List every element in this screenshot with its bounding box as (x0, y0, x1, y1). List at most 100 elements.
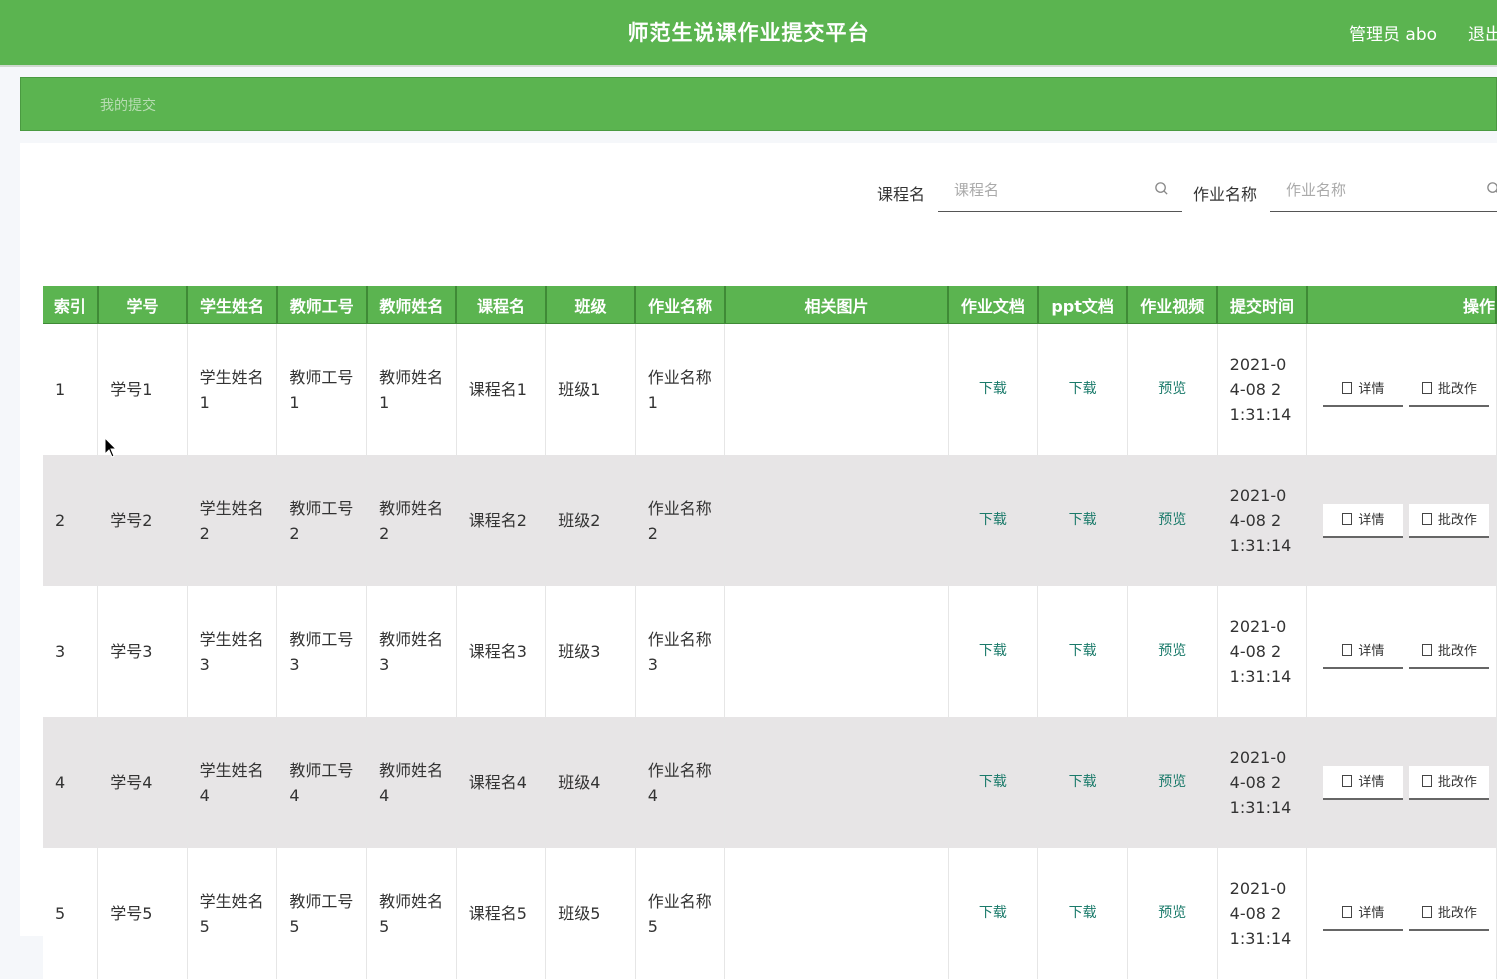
cell-submit-time: 2021-04-08 21:31:14 (1217, 586, 1308, 717)
document-icon (1421, 643, 1432, 656)
detail-button[interactable]: 详情 (1323, 897, 1404, 931)
detail-button[interactable]: 详情 (1323, 373, 1404, 407)
detail-button-label: 详情 (1358, 381, 1385, 397)
grade-button[interactable]: 批改作 (1409, 897, 1490, 931)
document-icon (1342, 643, 1353, 656)
cell-teacher-no: 教师工号4 (276, 717, 368, 848)
grade-button-label: 批改作 (1437, 512, 1477, 528)
ppt-download-link[interactable]: 下载 (1037, 323, 1128, 455)
homework-search-field (1270, 168, 1497, 212)
cell-teacher-no: 教师工号1 (276, 323, 368, 455)
ppt-download-link[interactable]: 下载 (1037, 717, 1128, 848)
video-preview-link[interactable]: 预览 (1127, 586, 1218, 717)
nav-bar: 我的提交 (20, 77, 1497, 131)
col-header-homework: 作业名称 (635, 286, 726, 324)
cell-submit-time: 2021-04-08 21:31:14 (1217, 323, 1308, 455)
cell-student-name: 学生姓名1 (187, 323, 278, 455)
document-icon (1342, 381, 1353, 394)
cell-course: 课程名1 (456, 323, 547, 455)
search-icon[interactable] (1154, 181, 1169, 196)
cell-homework: 作业名称2 (635, 455, 726, 586)
grade-button[interactable]: 批改作 (1409, 503, 1490, 538)
cell-student-no: 学号5 (97, 848, 188, 979)
user-label: 管理员 abo (1349, 25, 1438, 45)
app-title: 师范生说课作业提交平台 (627, 21, 870, 45)
ppt-download-link[interactable]: 下载 (1037, 455, 1128, 586)
cell-teacher-name: 教师姓名5 (366, 848, 457, 979)
cell-class: 班级4 (545, 717, 636, 848)
detail-button[interactable]: 详情 (1323, 503, 1404, 538)
top-header: 师范生说课作业提交平台 管理员 abo 退出 (0, 0, 1497, 67)
cell-actions: 详情 批改作 (1306, 848, 1497, 979)
cell-class: 班级1 (545, 323, 636, 455)
doc-download-link[interactable]: 下载 (948, 717, 1039, 848)
detail-button[interactable]: 详情 (1323, 635, 1404, 669)
video-preview-link[interactable]: 预览 (1127, 717, 1218, 848)
nav-item-my-submissions[interactable]: 我的提交 (100, 95, 156, 115)
document-icon (1342, 512, 1353, 525)
ppt-download-link[interactable]: 下载 (1037, 848, 1128, 979)
logout-button[interactable]: 退出 (1468, 20, 1497, 45)
cell-teacher-name: 教师姓名3 (366, 586, 457, 717)
cell-student-no: 学号1 (97, 323, 188, 455)
col-header-teacher-no: 教师工号 (276, 286, 368, 324)
cell-actions: 详情 批改作 (1306, 586, 1497, 717)
cell-actions: 详情 批改作 (1306, 323, 1497, 455)
cell-course: 课程名3 (456, 586, 547, 717)
grade-button[interactable]: 批改作 (1409, 635, 1490, 669)
course-search-input[interactable] (938, 168, 1146, 212)
grade-button-label: 批改作 (1437, 905, 1477, 921)
col-header-student-name: 学生姓名 (187, 286, 278, 324)
cell-index: 3 (43, 586, 99, 717)
homework-search-input[interactable] (1270, 168, 1478, 211)
video-preview-link[interactable]: 预览 (1127, 848, 1218, 979)
grade-button[interactable]: 批改作 (1409, 765, 1490, 800)
submissions-table: 索引 学号 学生姓名 教师工号 教师姓名 课程名 班级 作业名称 相关图片 作业… (43, 286, 1497, 979)
col-header-ppt: ppt文档 (1037, 286, 1129, 324)
doc-download-link[interactable]: 下载 (948, 455, 1039, 586)
table-header-row: 索引 学号 学生姓名 教师工号 教师姓名 课程名 班级 作业名称 相关图片 作业… (43, 286, 1497, 324)
cell-submit-time: 2021-04-08 21:31:14 (1217, 717, 1308, 848)
col-header-doc: 作业文档 (948, 286, 1039, 324)
doc-download-link[interactable]: 下载 (948, 848, 1039, 979)
ppt-download-link[interactable]: 下载 (1037, 586, 1128, 717)
document-icon (1421, 905, 1432, 918)
cell-homework: 作业名称3 (635, 586, 726, 717)
document-icon (1421, 512, 1432, 525)
cell-actions: 详情 批改作 (1306, 455, 1497, 586)
doc-download-link[interactable]: 下载 (948, 586, 1039, 717)
doc-download-link[interactable]: 下载 (948, 323, 1039, 455)
cell-images (724, 848, 949, 979)
video-preview-link[interactable]: 预览 (1127, 455, 1218, 586)
video-preview-link[interactable]: 预览 (1127, 323, 1218, 455)
cell-student-no: 学号4 (97, 717, 188, 848)
col-header-student-no: 学号 (97, 286, 189, 324)
cell-student-no: 学号3 (97, 586, 188, 717)
document-icon (1342, 774, 1353, 787)
document-icon (1342, 905, 1353, 918)
cell-teacher-no: 教师工号2 (276, 455, 368, 586)
cell-index: 5 (43, 848, 99, 979)
cell-student-no: 学号2 (97, 455, 188, 586)
grade-button-label: 批改作 (1437, 381, 1477, 397)
table-row: 2 学号2 学生姓名2 教师工号2 教师姓名2 课程名2 班级2 作业名称2 下载 下载 预览 202… (43, 455, 1497, 586)
cell-index: 1 (43, 323, 99, 455)
table-row: 5 学号5 学生姓名5 教师工号5 教师姓名5 课程名5 班级5 作业名称5 下载 下载 预览 202… (43, 848, 1497, 979)
search-icon[interactable] (1486, 181, 1497, 196)
col-header-actions: 操作 (1306, 286, 1497, 324)
grade-button[interactable]: 批改作 (1409, 373, 1490, 407)
cell-teacher-no: 教师工号5 (276, 848, 368, 979)
col-header-time: 提交时间 (1217, 286, 1308, 324)
detail-button[interactable]: 详情 (1323, 765, 1404, 800)
table-row: 1 学号1 学生姓名1 教师工号1 教师姓名1 课程名1 班级1 作业名称1 下载 下载 预览 202… (43, 323, 1497, 455)
cell-teacher-name: 教师姓名4 (366, 717, 457, 848)
detail-button-label: 详情 (1358, 512, 1385, 528)
cell-teacher-no: 教师工号3 (276, 586, 368, 717)
cell-class: 班级3 (545, 586, 636, 717)
cell-homework: 作业名称4 (635, 717, 726, 848)
detail-button-label: 详情 (1358, 774, 1385, 790)
cell-student-name: 学生姓名4 (187, 717, 278, 848)
grade-button-label: 批改作 (1437, 774, 1477, 790)
document-icon (1421, 381, 1432, 394)
cell-submit-time: 2021-04-08 21:31:14 (1217, 848, 1308, 979)
